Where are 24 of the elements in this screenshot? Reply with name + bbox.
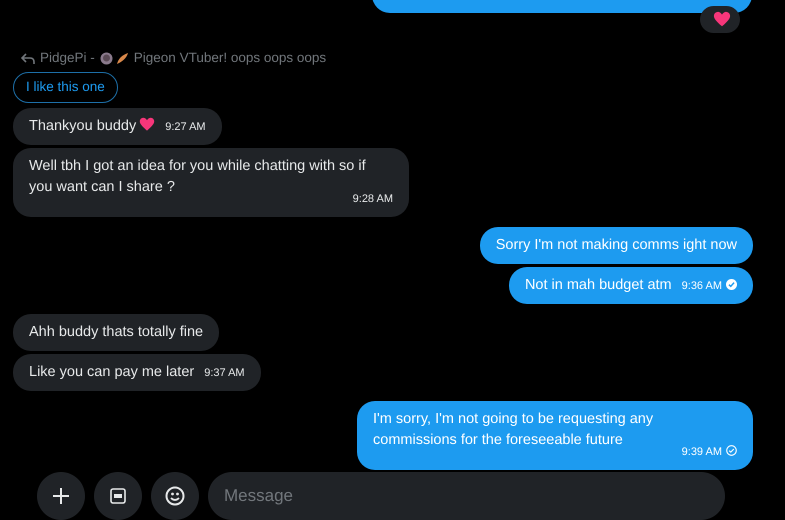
- message-text: Not in mah budget atm: [524, 276, 672, 293]
- reaction-badge[interactable]: [700, 6, 740, 33]
- heart-icon: [139, 117, 156, 132]
- plus-icon: [53, 488, 69, 504]
- quoted-message[interactable]: I like this one: [13, 72, 118, 102]
- message-time: 9:28 AM: [352, 192, 393, 205]
- add-button[interactable]: [37, 472, 85, 520]
- message-time: 9:39 AM: [682, 446, 722, 458]
- message-text: Like you can pay me later: [29, 364, 194, 380]
- message-text: Thankyou buddy: [29, 118, 136, 134]
- sticker-button[interactable]: [151, 472, 199, 520]
- message-time: 9:27 AM: [165, 120, 206, 132]
- message-text: Ahh buddy thats totally fine: [29, 324, 204, 340]
- message-input[interactable]: Message: [208, 472, 725, 520]
- reply-icon: [21, 52, 35, 64]
- message-text: Sorry I'm not making comms ight now: [496, 236, 737, 253]
- gif-button[interactable]: [94, 472, 142, 520]
- feather-icon: [116, 52, 129, 65]
- reply-author-name: PidgePi -: [40, 49, 95, 67]
- smiley-icon: [165, 486, 185, 506]
- message-time: 9:36 AM: [682, 280, 722, 292]
- heart-icon: [712, 11, 730, 28]
- reply-author-description: Pigeon VTuber! oops oops oops: [134, 49, 326, 67]
- message-time: 9:37 AM: [204, 366, 245, 379]
